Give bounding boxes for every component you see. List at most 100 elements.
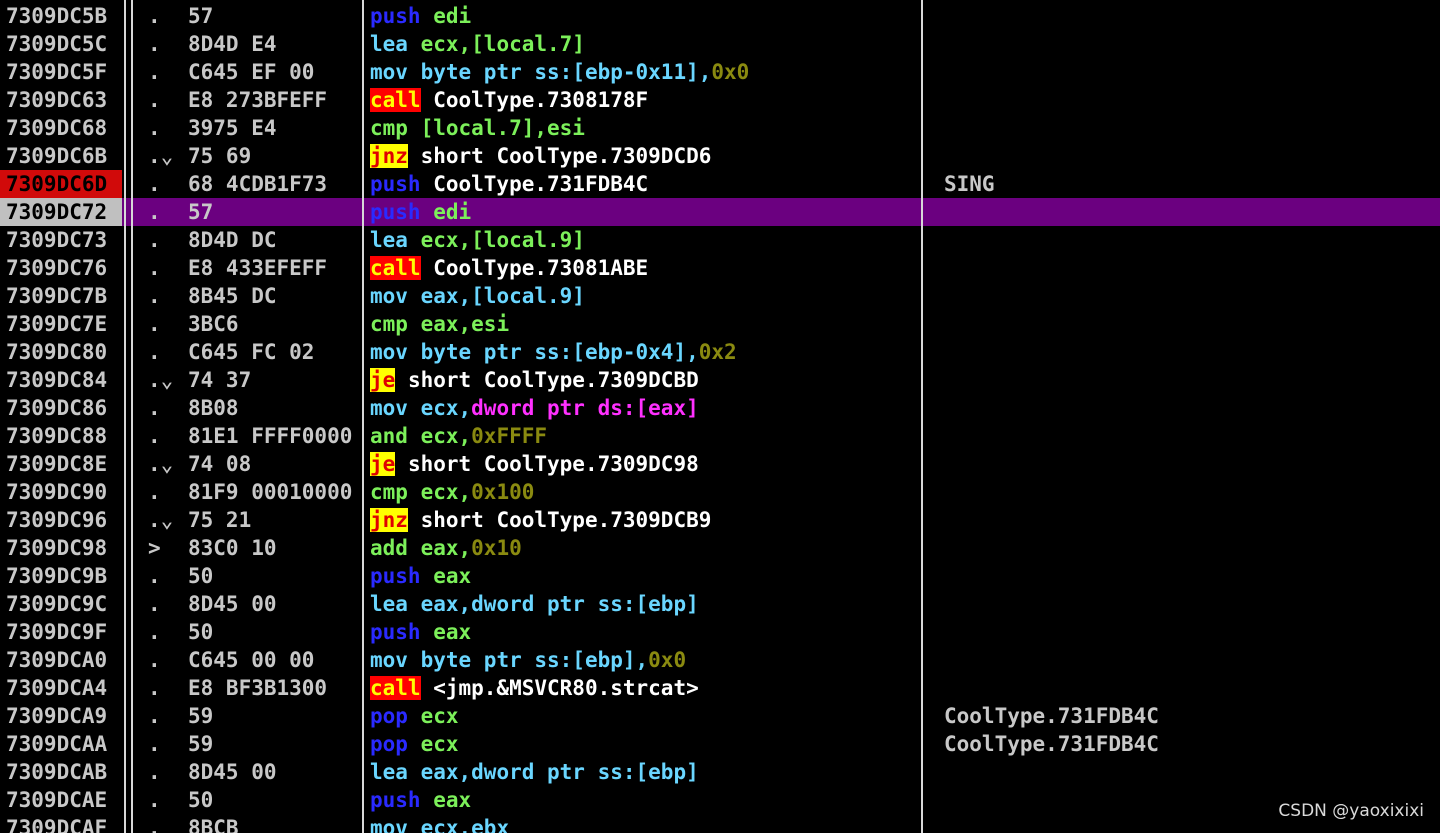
address-cell[interactable]: 7309DC86 xyxy=(0,394,122,422)
address-cell[interactable]: 7309DC96 xyxy=(0,506,122,534)
disasm-row[interactable]: 7309DCAA. 59 pop ecx CoolType.731FDB4C xyxy=(0,730,1440,758)
comment-cell[interactable] xyxy=(944,226,1434,254)
disasm-row[interactable]: 7309DC9B. 50 push eax xyxy=(0,562,1440,590)
comment-cell[interactable]: SING xyxy=(944,170,1434,198)
address-cell[interactable]: 7309DC9F xyxy=(0,618,122,646)
disasm-row[interactable]: 7309DC90. 81F9 00010000 cmp ecx,0x100 xyxy=(0,478,1440,506)
disasm-row[interactable]: 7309DC73. 8D4D DC lea ecx,[local.9] xyxy=(0,226,1440,254)
instruction-cell[interactable]: mov byte ptr ss:[ebp],0x0 xyxy=(370,646,920,674)
address-cell[interactable]: 7309DC98 xyxy=(0,534,122,562)
disasm-row[interactable]: 7309DC86. 8B08 mov ecx,dword ptr ds:[eax] xyxy=(0,394,1440,422)
address-cell[interactable]: 7309DCAE xyxy=(0,786,122,814)
hex-bytes-cell[interactable]: 8D45 00 xyxy=(188,590,362,618)
instruction-cell[interactable]: jnz short CoolType.7309DCB9 xyxy=(370,506,920,534)
hex-bytes-cell[interactable]: 8D45 00 xyxy=(188,758,362,786)
comment-cell[interactable] xyxy=(944,366,1434,394)
disasm-row[interactable]: 7309DC5B. 57 push edi xyxy=(0,2,1440,30)
address-cell[interactable]: 7309DC72 xyxy=(0,198,122,226)
address-cell[interactable]: 7309DC90 xyxy=(0,478,122,506)
instruction-cell[interactable]: pop ecx xyxy=(370,730,920,758)
comment-cell[interactable] xyxy=(944,562,1434,590)
comment-cell[interactable] xyxy=(944,646,1434,674)
address-cell[interactable]: 7309DC5F xyxy=(0,58,122,86)
instruction-cell[interactable]: mov ecx,dword ptr ds:[eax] xyxy=(370,394,920,422)
address-cell[interactable]: 7309DC7E xyxy=(0,310,122,338)
instruction-cell[interactable]: call CoolType.7308178F xyxy=(370,86,920,114)
comment-cell[interactable] xyxy=(944,58,1434,86)
hex-bytes-cell[interactable]: 8BCB xyxy=(188,814,362,833)
comment-cell[interactable] xyxy=(944,2,1434,30)
disasm-row[interactable]: 7309DC7E. 3BC6 cmp eax,esi xyxy=(0,310,1440,338)
instruction-cell[interactable]: cmp ecx,0x100 xyxy=(370,478,920,506)
instruction-cell[interactable]: cmp eax,esi xyxy=(370,310,920,338)
instruction-cell[interactable]: add eax,0x10 xyxy=(370,534,920,562)
column-divider-bytes[interactable] xyxy=(362,0,364,833)
address-cell[interactable]: 7309DC68 xyxy=(0,114,122,142)
comment-cell[interactable] xyxy=(944,254,1434,282)
instruction-cell[interactable]: mov ecx,ebx xyxy=(370,814,920,833)
hex-bytes-cell[interactable]: 8D4D DC xyxy=(188,226,362,254)
disasm-row[interactable]: 7309DC96 .⌄ 75 21 jnz short CoolType.7309DC… xyxy=(0,506,1440,534)
hex-bytes-cell[interactable]: E8 433EFEFF xyxy=(188,254,362,282)
address-cell[interactable]: 7309DC73 xyxy=(0,226,122,254)
instruction-cell[interactable]: call <jmp.&MSVCR80.strcat> xyxy=(370,674,920,702)
disasm-row[interactable]: 7309DC5F. C645 EF 00 mov byte ptr ss:[ebp-… xyxy=(0,58,1440,86)
disasm-row[interactable]: 7309DCAE. 50 push eax xyxy=(0,786,1440,814)
column-divider-address[interactable] xyxy=(124,0,126,833)
address-cell[interactable]: 7309DC88 xyxy=(0,422,122,450)
comment-cell[interactable] xyxy=(944,618,1434,646)
address-cell[interactable]: 7309DCAF xyxy=(0,814,122,833)
address-cell[interactable]: 7309DC7B xyxy=(0,282,122,310)
instruction-cell[interactable]: call CoolType.73081ABE xyxy=(370,254,920,282)
disasm-row[interactable]: 7309DC63. E8 273BFEFF call CoolType.730817… xyxy=(0,86,1440,114)
hex-bytes-cell[interactable]: 75 69 xyxy=(188,142,362,170)
disasm-row[interactable]: 7309DC6D. 68 4CDB1F73 push CoolType.731FDB… xyxy=(0,170,1440,198)
instruction-cell[interactable]: mov byte ptr ss:[ebp-0x4],0x2 xyxy=(370,338,920,366)
comment-cell[interactable] xyxy=(944,338,1434,366)
address-cell[interactable]: 7309DCAB xyxy=(0,758,122,786)
column-divider-marker[interactable] xyxy=(131,0,133,833)
disasm-row[interactable]: 7309DCAF. 8BCB mov ecx,ebx xyxy=(0,814,1440,833)
disassembly-view[interactable]: 7309DC5B. 57 push edi 7309DC5C. 8D4D E4 lea e… xyxy=(0,0,1440,833)
disasm-row[interactable]: 7309DC9C. 8D45 00 lea eax,dword ptr ss:[eb… xyxy=(0,590,1440,618)
instruction-cell[interactable]: lea eax,dword ptr ss:[ebp] xyxy=(370,758,920,786)
instruction-cell[interactable]: jnz short CoolType.7309DCD6 xyxy=(370,142,920,170)
disasm-row[interactable]: 7309DC8E .⌄ 74 08 je short CoolType.7309DC9… xyxy=(0,450,1440,478)
disasm-row[interactable]: 7309DCA0. C645 00 00 mov byte ptr ss:[ebp]… xyxy=(0,646,1440,674)
disasm-row[interactable]: 7309DC5C. 8D4D E4 lea ecx,[local.7] xyxy=(0,30,1440,58)
instruction-cell[interactable]: je short CoolType.7309DC98 xyxy=(370,450,920,478)
instruction-cell[interactable]: push eax xyxy=(370,618,920,646)
address-cell[interactable]: 7309DC63 xyxy=(0,86,122,114)
instruction-cell[interactable]: push eax xyxy=(370,562,920,590)
comment-cell[interactable] xyxy=(944,422,1434,450)
instruction-cell[interactable]: lea eax,dword ptr ss:[ebp] xyxy=(370,590,920,618)
comment-cell[interactable] xyxy=(944,758,1434,786)
disasm-row[interactable]: 7309DC88. 81E1 FFFF0000 and ecx,0xFFFF xyxy=(0,422,1440,450)
hex-bytes-cell[interactable]: 59 xyxy=(188,702,362,730)
hex-bytes-cell[interactable]: 50 xyxy=(188,618,362,646)
address-cell[interactable]: 7309DC9C xyxy=(0,590,122,618)
instruction-cell[interactable]: lea ecx,[local.7] xyxy=(370,30,920,58)
address-cell[interactable]: 7309DC6B xyxy=(0,142,122,170)
address-cell[interactable]: 7309DC6D xyxy=(0,170,122,198)
comment-cell[interactable]: CoolType.731FDB4C xyxy=(944,730,1434,758)
disasm-row[interactable]: 7309DC84 .⌄ 74 37 je short CoolType.7309DCB… xyxy=(0,366,1440,394)
instruction-cell[interactable]: push edi xyxy=(370,198,920,226)
address-cell[interactable]: 7309DC9B xyxy=(0,562,122,590)
instruction-cell[interactable]: push eax xyxy=(370,786,920,814)
instruction-cell[interactable]: cmp [local.7],esi xyxy=(370,114,920,142)
instruction-cell[interactable]: and ecx,0xFFFF xyxy=(370,422,920,450)
comment-cell[interactable] xyxy=(944,198,1434,226)
address-cell[interactable]: 7309DCAA xyxy=(0,730,122,758)
address-cell[interactable]: 7309DCA4 xyxy=(0,674,122,702)
hex-bytes-cell[interactable]: C645 EF 00 xyxy=(188,58,362,86)
comment-cell[interactable] xyxy=(944,30,1434,58)
comment-cell[interactable] xyxy=(944,394,1434,422)
hex-bytes-cell[interactable]: 50 xyxy=(188,786,362,814)
instruction-cell[interactable]: push edi xyxy=(370,2,920,30)
hex-bytes-cell[interactable]: 57 xyxy=(188,2,362,30)
disasm-row[interactable]: 7309DCA4. E8 BF3B1300 call <jmp.&MSVCR80.s… xyxy=(0,674,1440,702)
comment-cell[interactable] xyxy=(944,534,1434,562)
comment-cell[interactable] xyxy=(944,478,1434,506)
instruction-cell[interactable]: mov eax,[local.9] xyxy=(370,282,920,310)
